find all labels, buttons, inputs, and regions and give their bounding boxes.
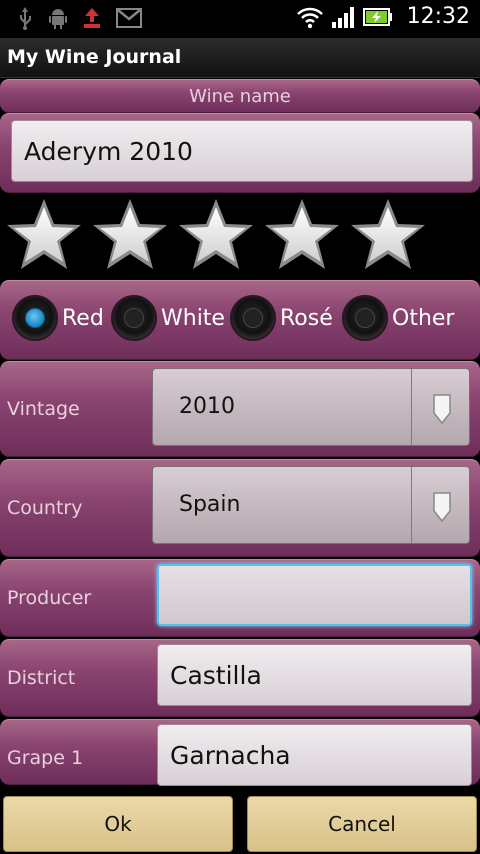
star-icon[interactable] <box>5 196 83 274</box>
grape1-row: Grape 1 Garnacha <box>0 719 480 786</box>
country-spinner[interactable]: Spain <box>152 466 470 544</box>
radio-button[interactable] <box>230 295 276 341</box>
android-debug-icon <box>49 9 67 29</box>
star-icon[interactable] <box>91 196 169 274</box>
country-label: Country <box>7 497 83 519</box>
producer-row: Producer <box>0 559 480 637</box>
gmail-icon <box>116 8 142 28</box>
status-bar: 12:32 <box>0 0 480 38</box>
star-icon[interactable] <box>263 196 341 274</box>
radio-button[interactable] <box>12 295 58 341</box>
usb-icon <box>20 7 31 30</box>
radio-button[interactable] <box>111 295 157 341</box>
upload-icon <box>84 8 100 28</box>
wine-name-header: Wine name <box>0 79 480 113</box>
vintage-row: Vintage 2010 <box>0 361 480 457</box>
country-row: Country Spain <box>0 459 480 557</box>
producer-label: Producer <box>7 587 92 609</box>
ok-button[interactable]: Ok <box>3 796 233 852</box>
star-icon[interactable] <box>177 196 255 274</box>
radio-label: Other <box>392 305 455 331</box>
vintage-spinner[interactable]: 2010 <box>152 368 470 446</box>
radio-red[interactable]: Red <box>12 295 104 341</box>
star-icon[interactable] <box>349 196 427 274</box>
district-input[interactable]: Castilla <box>157 644 472 706</box>
cancel-button[interactable]: Cancel <box>247 796 477 852</box>
producer-input[interactable] <box>157 564 472 626</box>
radio-other[interactable]: Other <box>342 295 454 341</box>
wifi-icon <box>296 7 323 28</box>
wine-name-input[interactable]: Aderym 2010 <box>11 120 473 182</box>
app-title: My Wine Journal <box>7 46 182 68</box>
radio-button[interactable] <box>342 295 388 341</box>
district-label: District <box>7 667 76 689</box>
button-bar: Ok Cancel <box>0 786 480 854</box>
district-row: District Castilla <box>0 639 480 717</box>
grape1-label: Grape 1 <box>7 747 84 769</box>
country-value: Spain <box>179 492 241 517</box>
dropdown-arrow-icon <box>433 492 451 523</box>
grape1-input[interactable]: Garnacha <box>157 724 472 786</box>
action-bar: My Wine Journal <box>0 38 480 78</box>
radio-white[interactable]: White <box>111 295 225 341</box>
vintage-value: 2010 <box>179 394 235 419</box>
rating-bar <box>0 194 480 278</box>
wine-name-panel: Aderym 2010 <box>0 113 480 193</box>
vintage-label: Vintage <box>7 398 80 420</box>
dropdown-arrow-icon <box>433 394 451 425</box>
radio-label: Rosé <box>280 305 333 331</box>
radio-rose[interactable]: Rosé <box>230 295 333 341</box>
signal-icon <box>331 6 354 28</box>
battery-charging-icon <box>362 7 392 26</box>
wine-type-group: Red White Rosé Other <box>0 280 480 360</box>
radio-label: Red <box>62 305 104 331</box>
status-clock: 12:32 <box>406 4 470 29</box>
radio-label: White <box>161 305 225 331</box>
wine-name-label: Wine name <box>189 86 291 107</box>
